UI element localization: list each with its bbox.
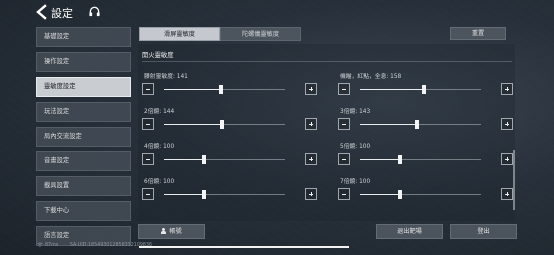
account-button[interactable]: 帳號 <box>138 224 205 239</box>
slider-handle[interactable] <box>220 120 225 129</box>
slider-row <box>338 118 513 130</box>
slider-track[interactable] <box>164 155 285 164</box>
slider-handle[interactable] <box>397 155 402 164</box>
slider-row <box>338 188 513 200</box>
slider-row <box>338 83 513 95</box>
slider-row <box>338 153 513 165</box>
exit-range-button[interactable]: 退出靶場 <box>376 224 443 239</box>
decrease-button[interactable] <box>338 153 350 165</box>
slider-handle[interactable] <box>218 85 223 94</box>
slider-row <box>142 118 317 130</box>
slider-track[interactable] <box>164 190 285 199</box>
slider-row <box>142 83 317 95</box>
slider-handle[interactable] <box>414 120 419 129</box>
slider-row <box>142 188 317 200</box>
loading-strip <box>139 246 349 248</box>
slider-label: 機瞄，紅點，全息: 158 <box>340 74 402 80</box>
increase-button[interactable] <box>501 153 513 165</box>
slider-fill <box>164 158 204 160</box>
decrease-button[interactable] <box>338 188 350 200</box>
slider-fill <box>164 123 223 125</box>
logout-button[interactable]: 登出 <box>450 224 517 239</box>
sidebar: 基礎設定 操作設定 靈敏度設定 玩法設定 局內交流設定 音畫設定 載具設置 下載中心 語言設定 <box>36 27 131 251</box>
slider-label: 6倍鏡: 100 <box>144 179 175 185</box>
slider-fill <box>360 158 400 160</box>
slider-fill <box>164 193 204 195</box>
sidebar-item[interactable]: 操作設定 <box>36 51 131 72</box>
section-divider <box>142 61 512 62</box>
person-icon <box>161 228 167 234</box>
increase-button[interactable] <box>305 83 317 95</box>
slider-track[interactable] <box>360 120 481 129</box>
slider-label: 4倍鏡: 100 <box>144 144 175 150</box>
slider-label: 腰射靈敏度: 141 <box>144 74 188 80</box>
decrease-button[interactable] <box>142 188 154 200</box>
slider-track[interactable] <box>164 120 285 129</box>
slider-label: 2倍鏡: 144 <box>144 109 175 115</box>
sidebar-item[interactable]: 靈敏度設定 <box>36 76 131 97</box>
sidebar-item[interactable]: 基礎設定 <box>36 27 131 47</box>
page-title: 設定 <box>51 7 73 20</box>
wifi-icon <box>37 242 43 247</box>
slider-track[interactable] <box>360 85 481 94</box>
increase-button[interactable] <box>305 153 317 165</box>
reset-button[interactable]: 重置 <box>450 27 506 40</box>
slider-track[interactable] <box>360 155 481 164</box>
slider-handle[interactable] <box>397 190 402 199</box>
sidebar-item[interactable]: 載具設置 <box>36 176 131 197</box>
slider-fill <box>360 88 425 90</box>
increase-button[interactable] <box>305 118 317 130</box>
header-bar: 設定 <box>0 0 554 24</box>
sidebar-item[interactable]: 音畫設定 <box>36 151 131 172</box>
sidebar-item[interactable]: 局內交流設定 <box>36 126 131 147</box>
sidebar-item[interactable]: 下載中心 <box>36 201 131 222</box>
account-button-label: 帳號 <box>169 228 182 235</box>
tab-bar: 滑屏靈敏度 陀螺儀靈敏度 <box>139 27 301 41</box>
ping-text: 87ms <box>45 243 59 248</box>
slider-track[interactable] <box>360 190 481 199</box>
slider-label: 3倍鏡: 143 <box>340 109 371 115</box>
slider-handle[interactable] <box>422 85 427 94</box>
decrease-button[interactable] <box>338 83 350 95</box>
decrease-button[interactable] <box>338 118 350 130</box>
increase-button[interactable] <box>501 118 513 130</box>
status-footer: 87ms SA:UID:185493012858332109836 <box>37 242 152 248</box>
slider-label: 7倍鏡: 100 <box>340 179 371 185</box>
sidebar-item[interactable]: 玩法設定 <box>36 101 131 122</box>
tab-gyroscope-sensitivity[interactable]: 陀螺儀靈敏度 <box>220 27 301 41</box>
increase-button[interactable] <box>501 83 513 95</box>
slider-label: 5倍鏡: 100 <box>340 144 371 150</box>
panel-scrollbar[interactable] <box>513 150 515 210</box>
decrease-button[interactable] <box>142 83 154 95</box>
slider-track[interactable] <box>164 85 285 94</box>
slider-row <box>142 153 317 165</box>
increase-button[interactable] <box>501 188 513 200</box>
slider-fill <box>360 193 400 195</box>
decrease-button[interactable] <box>142 153 154 165</box>
slider-fill <box>164 88 221 90</box>
slider-handle[interactable] <box>201 155 206 164</box>
decrease-button[interactable] <box>142 118 154 130</box>
slider-handle[interactable] <box>201 190 206 199</box>
headset-icon[interactable] <box>88 5 101 18</box>
back-arrow-icon[interactable] <box>34 4 50 20</box>
increase-button[interactable] <box>305 188 317 200</box>
slider-fill <box>360 123 417 125</box>
tab-swipe-sensitivity[interactable]: 滑屏靈敏度 <box>139 27 220 41</box>
section-title: 開火靈敏度 <box>142 52 174 59</box>
